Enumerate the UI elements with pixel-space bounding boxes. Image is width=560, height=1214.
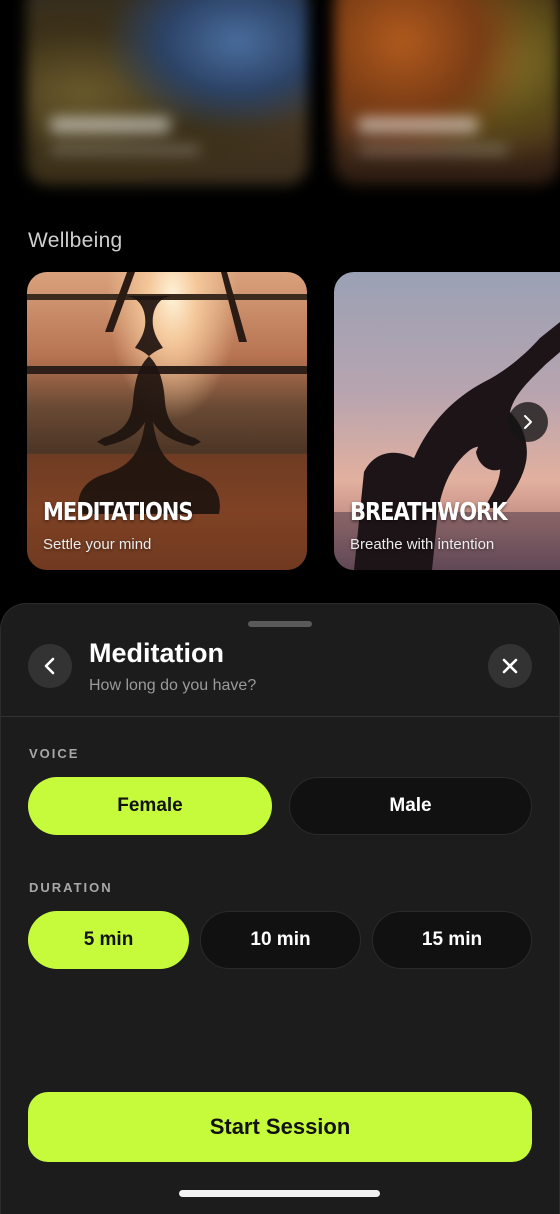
sheet-subtitle: How long do you have? xyxy=(89,677,257,694)
blurred-card-subtitle xyxy=(50,145,200,155)
meditations-card-subtitle: Settle your mind xyxy=(43,536,152,553)
duration-option-5-min[interactable]: 5 min xyxy=(28,911,189,969)
meditation-bottom-sheet: Meditation How long do you have? VOICE F… xyxy=(0,603,560,1214)
wellbeing-section-title: Wellbeing xyxy=(28,229,123,252)
chevron-right-icon xyxy=(524,415,532,429)
start-session-button[interactable]: Start Session xyxy=(28,1092,532,1162)
sheet-title: Meditation xyxy=(89,638,224,668)
duration-option-15-min[interactable]: 15 min xyxy=(372,911,532,969)
back-button[interactable] xyxy=(28,644,72,688)
sheet-grabber[interactable] xyxy=(248,621,312,627)
carousel-next-button[interactable] xyxy=(508,402,548,442)
voice-option-male[interactable]: Male xyxy=(289,777,532,835)
chevron-left-icon xyxy=(44,657,55,675)
duration-option-10-min[interactable]: 10 min xyxy=(200,911,361,969)
blurred-card-title xyxy=(358,117,478,133)
blurred-feature-card[interactable] xyxy=(26,0,308,185)
sheet-divider xyxy=(1,716,559,717)
blurred-card-title xyxy=(50,117,170,133)
home-indicator[interactable] xyxy=(179,1190,380,1197)
voice-option-female[interactable]: Female xyxy=(28,777,272,835)
voice-label: VOICE xyxy=(29,746,80,761)
blurred-card-subtitle xyxy=(358,145,508,155)
close-icon xyxy=(502,658,518,674)
blurred-meal-plan-card[interactable] xyxy=(334,0,560,185)
breathwork-card-title: BREATHWORK xyxy=(350,497,508,526)
meditations-card-title: MEDITATIONS xyxy=(43,497,193,526)
meditations-card[interactable]: MEDITATIONS Settle your mind xyxy=(27,272,307,570)
top-cards-row xyxy=(0,0,560,190)
close-button[interactable] xyxy=(488,644,532,688)
duration-label: DURATION xyxy=(29,880,113,895)
breathwork-card-subtitle: Breathe with intention xyxy=(350,536,495,553)
